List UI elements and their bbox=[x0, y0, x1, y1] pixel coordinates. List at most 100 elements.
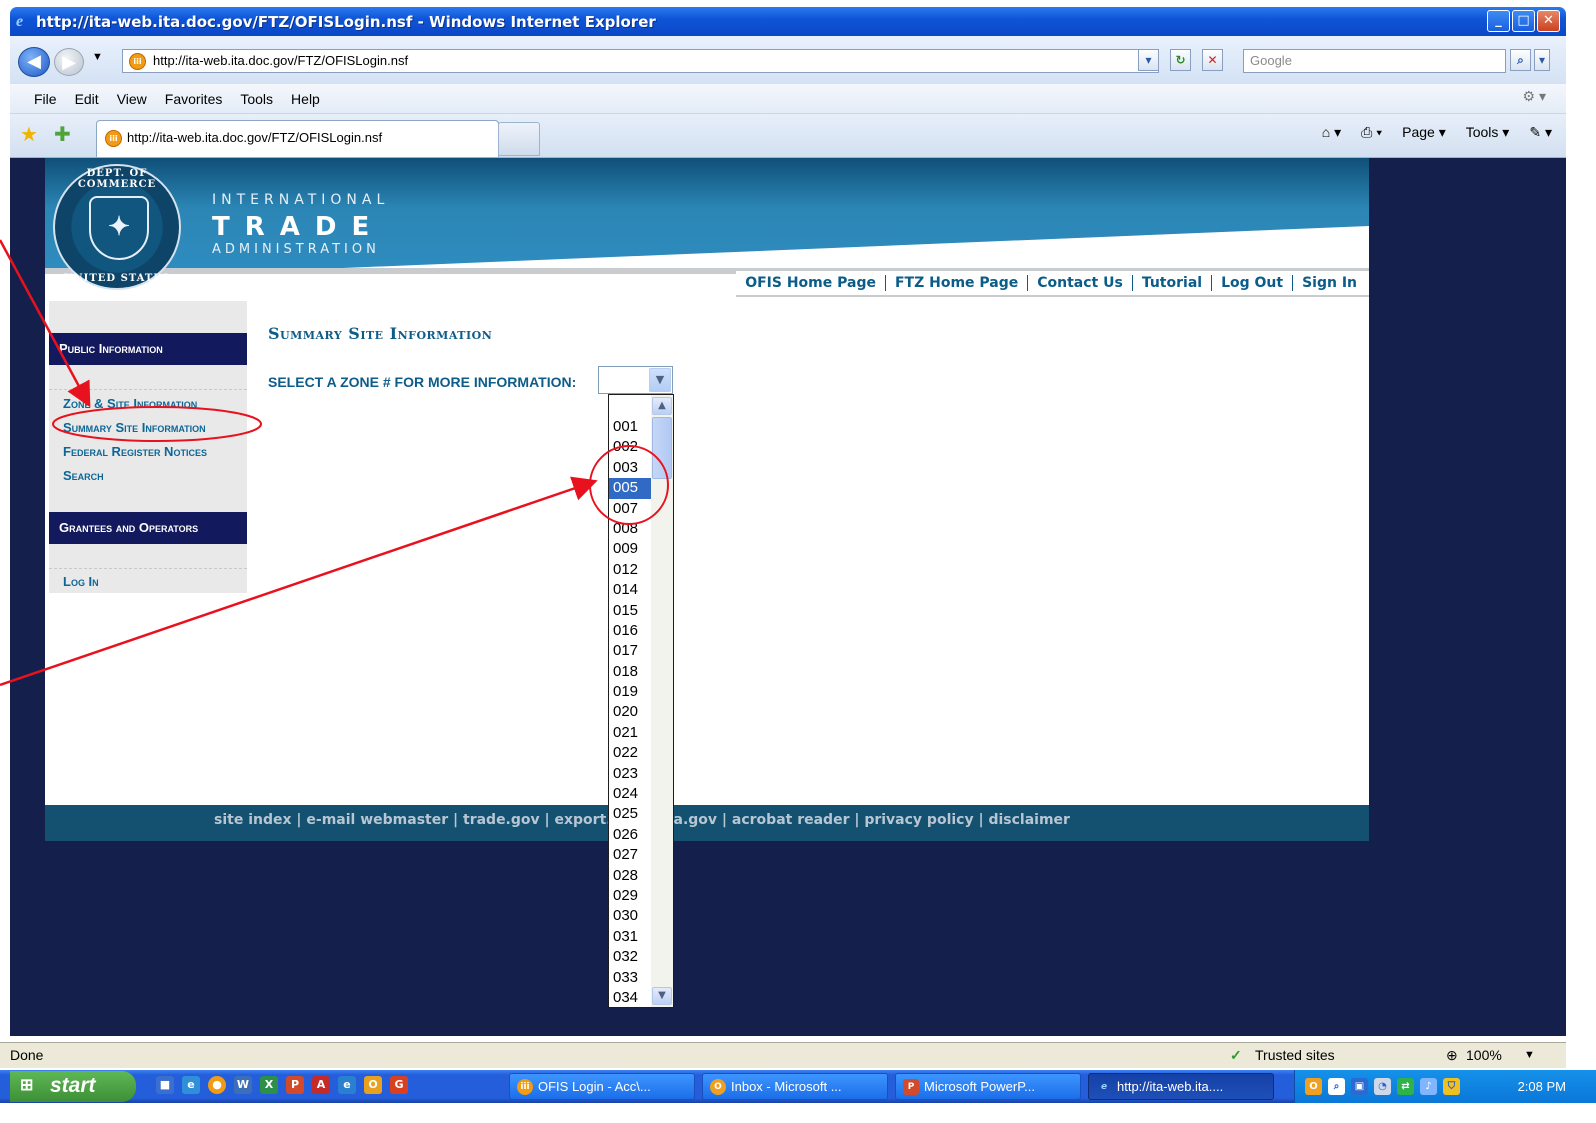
home-icon[interactable]: ⌂ ▾ bbox=[1322, 124, 1341, 141]
zone-option[interactable]: 030 bbox=[609, 906, 651, 926]
site-footer[interactable]: site index | e-mail webmaster | trade.go… bbox=[45, 805, 1369, 841]
zone-option[interactable]: 034 bbox=[609, 988, 651, 1007]
zone-option[interactable]: 021 bbox=[609, 723, 651, 743]
sidebar-item-search[interactable]: Search bbox=[63, 468, 104, 483]
start-button[interactable]: ⊞ start bbox=[10, 1071, 136, 1102]
sidebar-item-federal-register[interactable]: Federal Register Notices bbox=[63, 444, 207, 459]
dropdown-scrollbar[interactable]: ▲ ▼ bbox=[651, 395, 673, 1007]
zone-option[interactable]: 002 bbox=[609, 437, 651, 457]
zoom-level[interactable]: 100% bbox=[1466, 1043, 1502, 1067]
tray-search-icon[interactable]: ⌕ bbox=[1328, 1078, 1345, 1095]
add-favorite-icon[interactable]: ✚ bbox=[54, 122, 71, 147]
zone-option[interactable]: 015 bbox=[609, 601, 651, 621]
menu-view[interactable]: View bbox=[117, 91, 147, 107]
nav-ftz-home[interactable]: FTZ Home Page bbox=[884, 275, 1027, 291]
tray-volume-icon[interactable]: ♪ bbox=[1420, 1078, 1437, 1095]
new-tab-button[interactable] bbox=[498, 122, 540, 156]
nav-ofis-home[interactable]: OFIS Home Page bbox=[736, 275, 885, 291]
close-button[interactable]: ✕ bbox=[1537, 10, 1560, 32]
task-ie[interactable]: e http://ita-web.ita.... bbox=[1088, 1073, 1274, 1100]
ql-browser-icon[interactable]: e bbox=[182, 1076, 200, 1094]
nav-log-out[interactable]: Log Out bbox=[1211, 275, 1292, 291]
ql-desktop-icon[interactable]: ■ bbox=[156, 1076, 174, 1094]
task-inbox[interactable]: O Inbox - Microsoft ... bbox=[702, 1073, 888, 1100]
menu-tools[interactable]: Tools bbox=[240, 91, 273, 107]
tray-sync-icon[interactable]: ⇄ bbox=[1397, 1078, 1414, 1095]
search-icon[interactable]: ⌕ bbox=[1510, 49, 1531, 71]
back-button[interactable]: ◀ bbox=[18, 47, 50, 77]
nav-tutorial[interactable]: Tutorial bbox=[1131, 275, 1211, 291]
tab-current[interactable]: iii http://ita-web.ita.doc.gov/FTZ/OFISL… bbox=[96, 120, 499, 157]
ql-powerpoint-icon[interactable]: P bbox=[286, 1076, 304, 1094]
scroll-down-icon[interactable]: ▼ bbox=[652, 987, 672, 1005]
history-dropdown-icon[interactable]: ▼ bbox=[92, 51, 103, 63]
refresh-icon[interactable]: ↻ bbox=[1170, 49, 1191, 71]
address-input[interactable]: iii http://ita-web.ita.doc.gov/FTZ/OFISL… bbox=[122, 49, 1159, 73]
sidebar-item-summary-site[interactable]: Summary Site Information bbox=[63, 420, 206, 435]
zone-option[interactable]: 018 bbox=[609, 662, 651, 682]
ql-ie-icon[interactable]: e bbox=[338, 1076, 356, 1094]
ql-excel-icon[interactable]: X bbox=[260, 1076, 278, 1094]
zone-option[interactable]: 008 bbox=[609, 519, 651, 539]
zone-option[interactable]: 031 bbox=[609, 927, 651, 947]
maximize-button[interactable]: □ bbox=[1512, 10, 1535, 32]
ql-ofis-icon[interactable]: ● bbox=[208, 1076, 226, 1094]
zone-select[interactable]: ▼ bbox=[598, 366, 673, 394]
zone-option[interactable]: 024 bbox=[609, 784, 651, 804]
ql-outlook-icon[interactable]: O bbox=[364, 1076, 382, 1094]
translate-icon[interactable]: ⚙ ▾ bbox=[1523, 88, 1546, 105]
page-menu[interactable]: Page ▾ bbox=[1402, 124, 1446, 141]
tray-network-icon[interactable]: ▣ bbox=[1351, 1078, 1368, 1095]
menu-favorites[interactable]: Favorites bbox=[165, 91, 223, 107]
search-options-icon[interactable]: ▾ bbox=[1534, 49, 1550, 71]
zoom-icon[interactable]: ⊕ bbox=[1446, 1043, 1458, 1067]
zone-option[interactable]: 016 bbox=[609, 621, 651, 641]
zone-option[interactable]: 020 bbox=[609, 702, 651, 722]
zone-option[interactable]: 012 bbox=[609, 560, 651, 580]
zone-option[interactable]: 026 bbox=[609, 825, 651, 845]
zone-option[interactable]: 001 bbox=[609, 417, 651, 437]
zone-option[interactable]: 029 bbox=[609, 886, 651, 906]
nav-sign-in[interactable]: Sign In bbox=[1292, 275, 1366, 291]
nav-contact-us[interactable]: Contact Us bbox=[1027, 275, 1132, 291]
zone-option[interactable]: 033 bbox=[609, 968, 651, 988]
sidebar-item-log-in[interactable]: Log In bbox=[63, 574, 99, 589]
zoom-dropdown-icon[interactable]: ▼ bbox=[1524, 1043, 1535, 1067]
scroll-up-icon[interactable]: ▲ bbox=[652, 397, 672, 415]
zone-option[interactable]: 009 bbox=[609, 539, 651, 559]
task-powerpoint[interactable]: P Microsoft PowerP... bbox=[895, 1073, 1081, 1100]
ql-acrobat-icon[interactable]: A bbox=[312, 1076, 330, 1094]
zone-dropdown-list[interactable]: 001 002 003 005 007 008 009 012 014 015 016 017 018 0… bbox=[608, 394, 674, 1008]
research-icon[interactable]: ✎ ▾ bbox=[1529, 124, 1552, 141]
sidebar-item-zone-site[interactable]: Zone & Site Information bbox=[63, 396, 197, 411]
menu-help[interactable]: Help bbox=[291, 91, 320, 107]
scroll-thumb[interactable] bbox=[652, 417, 672, 479]
forward-button[interactable]: ▶ bbox=[54, 48, 84, 76]
tray-outlook-icon[interactable]: O bbox=[1305, 1078, 1322, 1095]
zone-option[interactable]: 027 bbox=[609, 845, 651, 865]
minimize-button[interactable]: _ bbox=[1487, 10, 1510, 32]
tray-security-icon[interactable]: ⛉ bbox=[1443, 1078, 1460, 1095]
search-input[interactable]: Google bbox=[1243, 49, 1506, 73]
tray-clock-icon[interactable]: ◔ bbox=[1374, 1078, 1391, 1095]
chevron-down-icon[interactable]: ▼ bbox=[649, 368, 671, 392]
zone-option[interactable]: 007 bbox=[609, 499, 651, 519]
zone-option[interactable]: 022 bbox=[609, 743, 651, 763]
ql-word-icon[interactable]: W bbox=[234, 1076, 252, 1094]
zone-option[interactable]: 025 bbox=[609, 804, 651, 824]
zone-option[interactable]: 023 bbox=[609, 764, 651, 784]
ql-app-icon[interactable]: G bbox=[390, 1076, 408, 1094]
zone-option[interactable]: 017 bbox=[609, 641, 651, 661]
tools-menu[interactable]: Tools ▾ bbox=[1466, 124, 1510, 141]
zone-option[interactable]: 028 bbox=[609, 866, 651, 886]
zone-option[interactable]: 032 bbox=[609, 947, 651, 967]
menu-file[interactable]: File bbox=[34, 91, 57, 107]
stop-icon[interactable]: ✕ bbox=[1202, 49, 1223, 71]
favorites-star-icon[interactable]: ★ bbox=[20, 122, 38, 147]
menu-edit[interactable]: Edit bbox=[75, 91, 99, 107]
address-dropdown-icon[interactable]: ▾ bbox=[1138, 49, 1159, 71]
print-icon[interactable]: ⎙ ▾ bbox=[1361, 124, 1382, 141]
zone-option[interactable]: 003 bbox=[609, 458, 651, 478]
zone-option[interactable]: 005 bbox=[609, 478, 651, 499]
zone-option[interactable]: 019 bbox=[609, 682, 651, 702]
